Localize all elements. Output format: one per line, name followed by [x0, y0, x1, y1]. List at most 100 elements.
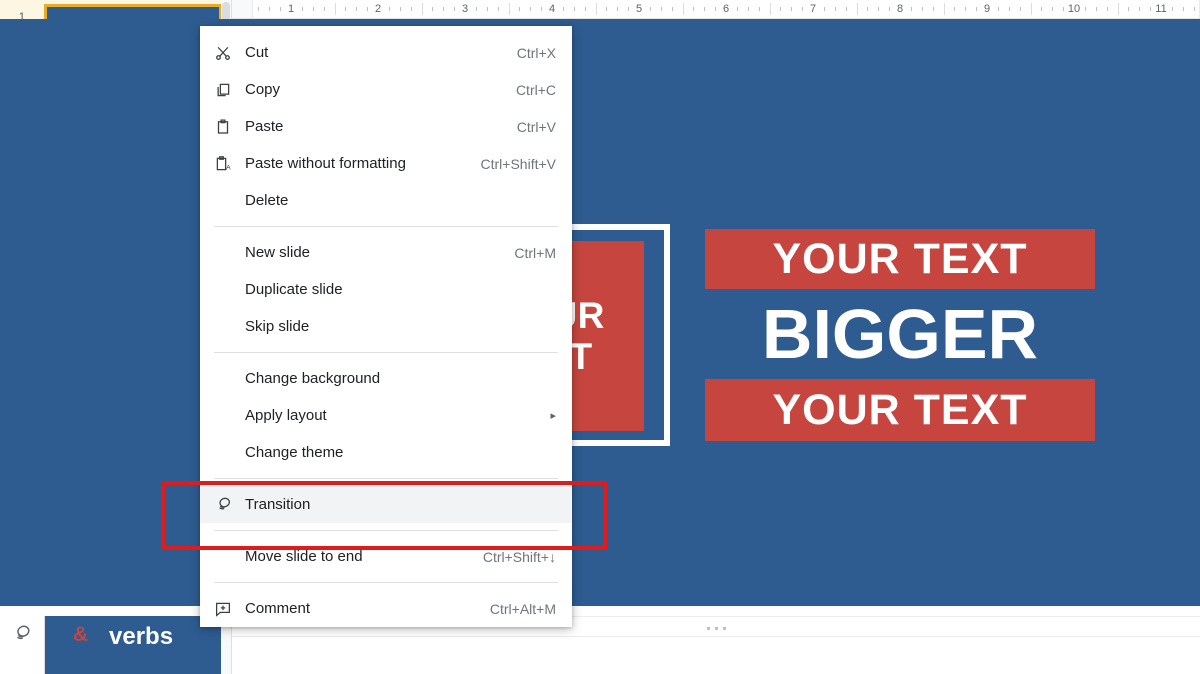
menu-item-move-slide-to-end[interactable]: Move slide to end Ctrl+Shift+↓	[200, 538, 572, 575]
menu-item-duplicate-slide[interactable]: Duplicate slide	[200, 271, 572, 308]
ruler-tick	[356, 7, 358, 11]
ruler-tick	[497, 7, 499, 11]
ruler-tick	[584, 7, 586, 11]
ruler-number: 7	[807, 2, 819, 16]
ruler-tick	[410, 7, 412, 11]
slides-editor-window: 1 YOURTEXT YOUR TEXT BIGGER YOUR TEXT	[0, 0, 1200, 674]
menu-item-label: Copy	[245, 81, 281, 98]
menu-item-shortcut: Ctrl+M	[514, 244, 556, 261]
ruler-tick	[1139, 7, 1141, 11]
transition-icon[interactable]	[11, 622, 33, 644]
ruler-tick	[704, 7, 706, 11]
ruler-tick	[301, 7, 303, 11]
ruler-tick	[889, 7, 891, 11]
ruler-tick	[758, 7, 760, 11]
ruler-tick	[399, 7, 401, 11]
ruler-tick	[1117, 3, 1119, 15]
menu-item-comment[interactable]: Comment Ctrl+Alt+M	[200, 590, 572, 627]
ruler-tick	[791, 7, 793, 11]
menu-item-change-theme[interactable]: Change theme	[200, 434, 572, 471]
ruler-tick	[1052, 7, 1054, 11]
menu-item-new-slide[interactable]: New slide Ctrl+M	[200, 234, 572, 271]
ruler-tick	[519, 7, 521, 11]
ruler-tick	[606, 7, 608, 11]
canvas-bar-top[interactable]: YOUR TEXT	[705, 229, 1095, 289]
ruler-tick	[965, 7, 967, 11]
chevron-right-icon: ▸	[550, 410, 556, 422]
menu-item-apply-layout[interactable]: Apply layout ▸	[200, 397, 572, 434]
comment-add-icon	[214, 600, 240, 618]
menu-item-paste-without-formatting[interactable]: A Paste without formatting Ctrl+Shift+V	[200, 145, 572, 182]
menu-item-label: Duplicate slide	[245, 281, 343, 298]
ruler-tick	[345, 7, 347, 11]
svg-text:A: A	[226, 164, 231, 171]
ruler-tick	[769, 3, 771, 15]
ruler-tick	[943, 3, 945, 15]
menu-separator	[214, 582, 558, 583]
menu-item-shortcut: Ctrl+C	[515, 81, 556, 98]
ruler-tick	[475, 7, 477, 11]
clipboard-text-icon: A	[214, 155, 240, 173]
canvas-headline[interactable]: BIGGER	[705, 291, 1095, 376]
ruler-number: 5	[633, 2, 645, 16]
ruler-number: 1	[285, 2, 297, 16]
ruler-tick	[312, 7, 314, 11]
ruler-tick	[486, 7, 488, 11]
ruler-number: 8	[894, 2, 906, 16]
ruler-tick	[802, 7, 804, 11]
ruler-tick	[878, 7, 880, 11]
menu-item-copy[interactable]: Copy Ctrl+C	[200, 71, 572, 108]
ruler-tick	[367, 7, 369, 11]
ruler-tick	[715, 7, 717, 11]
slide-context-menu[interactable]: Cut Ctrl+X Copy Ctrl+C Paste Ctrl+V A Paste wit…	[200, 26, 572, 627]
ruler-tick	[921, 7, 923, 11]
menu-item-shortcut: Ctrl+Shift+↓	[482, 548, 556, 565]
menu-item-cut[interactable]: Cut Ctrl+X	[200, 34, 572, 71]
ruler-tick	[1084, 7, 1086, 11]
clipboard-icon	[214, 118, 240, 136]
menu-separator	[214, 530, 558, 531]
ruler-tick	[562, 7, 564, 11]
ruler-tick	[649, 7, 651, 11]
ruler-tick	[454, 7, 456, 11]
menu-item-label: Delete	[245, 192, 289, 209]
menu-item-paste[interactable]: Paste Ctrl+V	[200, 108, 572, 145]
menu-item-shortcut: Ctrl+X	[516, 44, 556, 61]
canvas-bar-bottom[interactable]: YOUR TEXT	[705, 379, 1095, 441]
menu-item-label: Skip slide	[245, 318, 310, 335]
scissors-icon	[214, 44, 240, 62]
ruler-tick	[845, 7, 847, 11]
ruler-tick	[910, 7, 912, 11]
menu-item-label: Paste without formatting	[245, 155, 406, 172]
menu-item-change-background[interactable]: Change background	[200, 360, 572, 397]
slide-canvas[interactable]: YOUR TEXT YOUR TEXT BIGGER YOUR TEXT	[0, 19, 1200, 606]
ruler-tick	[508, 3, 510, 15]
menu-item-skip-slide[interactable]: Skip slide	[200, 308, 572, 345]
ruler-tick	[258, 7, 260, 11]
menu-item-transition[interactable]: Transition	[200, 486, 572, 523]
ruler-tick	[1019, 7, 1021, 11]
ruler-tick	[780, 7, 782, 11]
menu-separator	[214, 352, 558, 353]
thumb-big: verbs	[109, 623, 174, 650]
ruler-tick	[976, 7, 978, 11]
ruler-number: 11	[1153, 2, 1169, 16]
menu-separator	[214, 226, 558, 227]
divider-bottom	[232, 636, 1200, 637]
ruler-tick	[932, 7, 934, 11]
menu-separator	[214, 478, 558, 479]
ruler-tick	[1128, 7, 1130, 11]
menu-item-shortcut: Ctrl+Shift+V	[480, 155, 556, 172]
ruler-tick	[693, 7, 695, 11]
transition-icon	[214, 495, 240, 514]
handle-dot	[722, 626, 726, 630]
ruler-tick	[954, 7, 956, 11]
menu-item-label: Apply layout	[245, 407, 327, 424]
menu-item-shortcut: Ctrl+Alt+M	[489, 600, 556, 617]
menu-item-delete[interactable]: Delete	[200, 182, 572, 219]
ruler-tick	[573, 7, 575, 11]
menu-item-shortcut: Ctrl+V	[516, 118, 556, 135]
horizontal-ruler[interactable]: 1 2 3 4 5 6 7 8 9 10 11	[232, 0, 1200, 19]
ruler-tick	[595, 3, 597, 15]
ruler-number: 4	[546, 2, 558, 16]
